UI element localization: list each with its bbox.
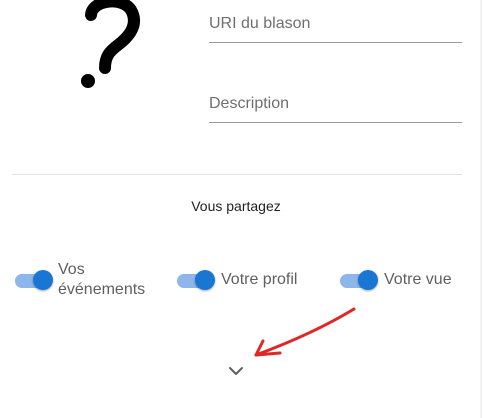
description-label: Description (209, 95, 290, 112)
sharing-section-title: Vous partagez (191, 198, 281, 214)
share-events-toggle[interactable] (15, 270, 53, 290)
toggle-thumb (358, 270, 378, 290)
toggle-thumb (195, 270, 215, 290)
emblem-uri-label: URI du blason (209, 15, 311, 32)
share-events-label: Vos événements (58, 261, 146, 298)
share-profile-toggle[interactable] (177, 270, 215, 290)
toggle-thumb (33, 270, 53, 290)
red-arrow-icon (245, 305, 365, 370)
panel-scroll-edge (480, 0, 482, 418)
share-view-label: Votre vue (384, 271, 452, 288)
question-mark-icon (74, 0, 144, 100)
sharing-settings-panel: URI du blason Description Vous partagez … (0, 0, 484, 418)
chevron-down-icon[interactable] (227, 364, 245, 376)
share-view-toggle[interactable] (340, 270, 378, 290)
description-field[interactable]: Description (209, 94, 462, 123)
section-divider (12, 174, 462, 175)
share-profile-label: Votre profil (221, 271, 298, 288)
emblem-uri-field[interactable]: URI du blason (209, 14, 462, 43)
